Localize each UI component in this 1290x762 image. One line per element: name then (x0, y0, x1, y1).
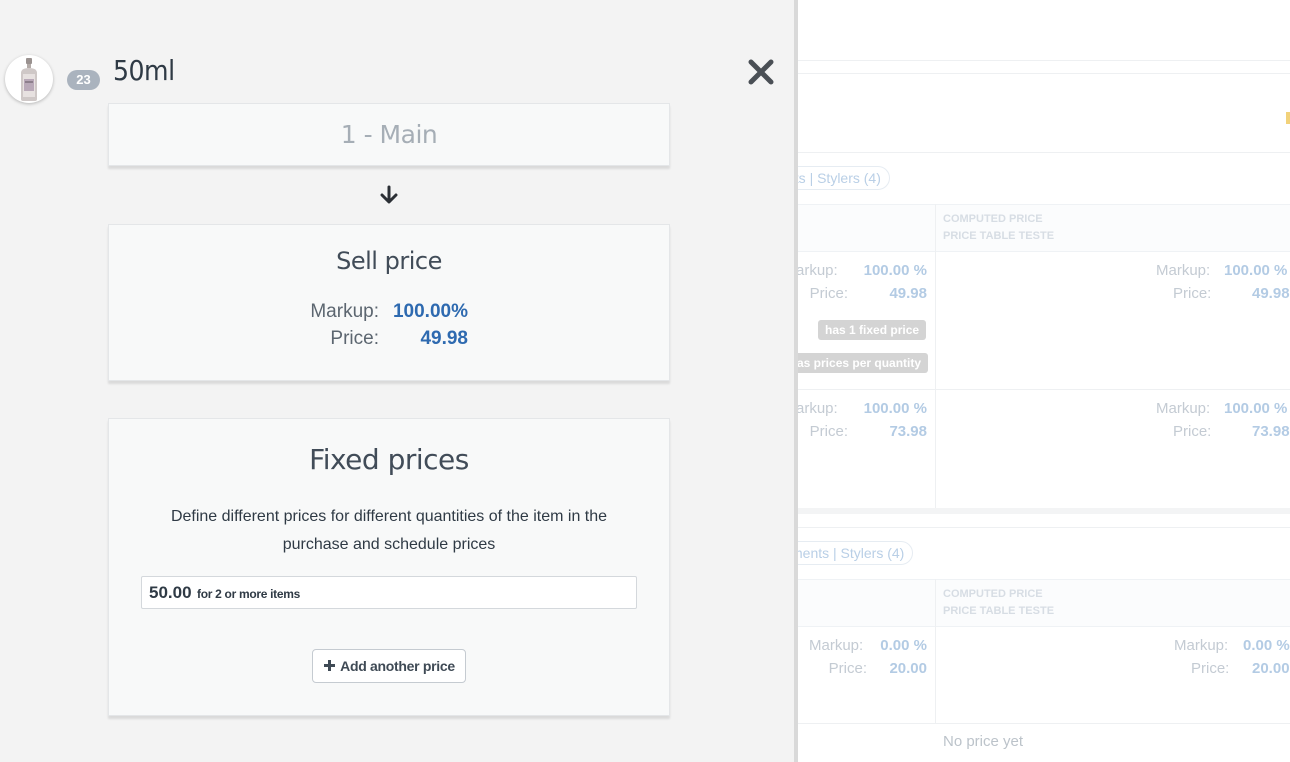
bg-fixed-price-tag: has 1 fixed price (818, 320, 927, 340)
bg-markup-label: arkup: (796, 400, 838, 417)
close-button[interactable] (748, 58, 774, 86)
bg-quantity-tag: as prices per quantity (790, 353, 929, 373)
product-thumbnail (5, 55, 53, 103)
bg-col-header-sub: PRICE TABLE TESTE (943, 605, 1055, 617)
bg-divider (796, 527, 1290, 528)
bg-row-divider (796, 723, 1290, 724)
bg-marker (1286, 112, 1290, 124)
bg-price-label: Price: (809, 285, 848, 302)
bg-markup-label: Markup: (1156, 262, 1211, 279)
bg-markup-value: 0.00 % (880, 637, 927, 654)
markup-label: Markup: (310, 301, 379, 322)
bg-divider (796, 152, 1290, 153)
bg-price-label: Price: (828, 660, 867, 677)
bg-col-header: COMPUTED PRICE (943, 588, 1043, 600)
fixed-price-quantity: for 2 or more items (197, 587, 300, 601)
bg-price-label: Price: (1173, 423, 1212, 440)
bg-markup-label: Markup: (809, 637, 864, 654)
bg-no-price: No price yet (943, 733, 1024, 750)
bg-column-divider (935, 204, 936, 509)
bg-row-divider (796, 389, 1290, 390)
bg-markup-value: 100.00 % (863, 400, 927, 417)
main-step-card[interactable]: 1 - Main (108, 103, 670, 166)
add-another-price-label: Add another price (340, 658, 455, 674)
bg-price-value: 20.00 (1252, 660, 1290, 677)
fixed-price-amount: 50.00 (149, 583, 192, 602)
fixed-prices-description: Define different prices for different qu… (170, 508, 608, 553)
item-title: 50ml (113, 54, 175, 87)
bg-price-value: 20.00 (889, 660, 927, 677)
bg-price-label: Price: (1191, 660, 1230, 677)
bg-markup-value: 100.00 % (1224, 262, 1288, 279)
item-count-badge: 23 (67, 70, 100, 90)
add-another-price-button[interactable]: Add another price (312, 649, 466, 683)
bg-price-value: 49.98 (889, 285, 927, 302)
bg-markup-label: Markup: (1174, 637, 1229, 654)
bg-col-header-sub: PRICE TABLE TESTE (943, 230, 1055, 242)
bg-markup-value: 100.00 % (1224, 400, 1288, 417)
bg-column-divider (935, 579, 936, 724)
bg-markup-value: 100.00 % (863, 262, 927, 279)
bg-divider (796, 60, 1290, 61)
bg-markup-label: arkup: (796, 262, 838, 279)
bg-price-value: 73.98 (1252, 423, 1290, 440)
bg-tabs[interactable]: ments | Stylers (4) (782, 541, 914, 565)
close-icon (748, 59, 774, 85)
fixed-prices-title: Fixed prices (309, 443, 469, 476)
bottle-icon (21, 58, 37, 101)
fixed-price-row[interactable]: 50.00 for 2 or more items (141, 576, 637, 609)
bg-price-label: Price: (1173, 285, 1212, 302)
bg-divider (796, 73, 1290, 74)
bg-price-label: Price: (809, 423, 848, 440)
bg-section-separator (796, 508, 1290, 514)
fixed-prices-card: Fixed prices Define different prices for… (108, 418, 670, 716)
bg-markup-value: 0.00 % (1243, 637, 1290, 654)
bg-price-value: 49.98 (1252, 285, 1290, 302)
sell-price-card: Sell price Markup: 100.00% Price: 49.98 (108, 224, 670, 381)
sell-price-title: Sell price (336, 247, 442, 275)
arrow-down-icon (379, 185, 399, 205)
price-label: Price: (330, 328, 379, 349)
markup-value: 100.00% (392, 301, 468, 322)
plus-icon (323, 650, 336, 682)
price-value: 49.98 (420, 328, 468, 349)
price-side-panel: 23 50ml 1 - Main Sell price Markup: 100.… (0, 0, 798, 762)
main-step-label: 1 - Main (340, 120, 438, 149)
bg-price-value: 73.98 (889, 423, 927, 440)
bg-markup-label: Markup: (1156, 400, 1211, 417)
bg-col-header: COMPUTED PRICE (943, 213, 1043, 225)
